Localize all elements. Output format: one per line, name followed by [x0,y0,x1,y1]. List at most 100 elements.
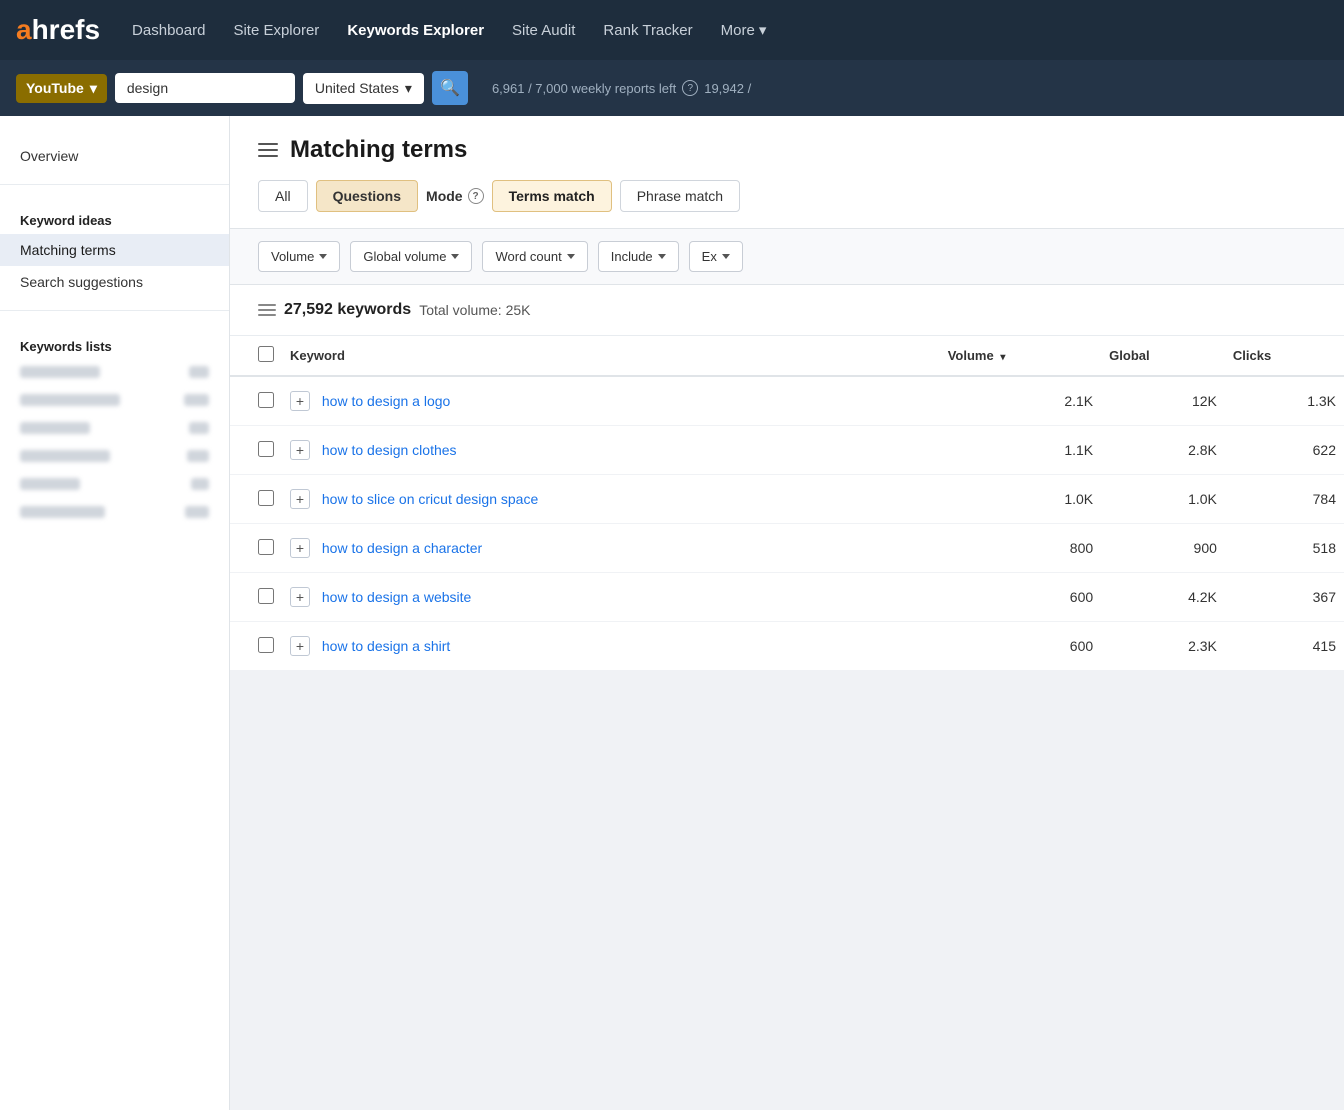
nav-rank-tracker[interactable]: Rank Tracker [591,14,704,47]
hamburger-icon[interactable] [258,143,278,157]
tab-phrase-match[interactable]: Phrase match [620,180,740,212]
keyword-link[interactable]: how to design a shirt [322,638,450,654]
table-row: + how to design a logo 2.1K 12K 1.3K [230,376,1344,426]
checkbox-col-header [230,336,282,376]
volume-cell: 1.1K [940,426,1101,475]
row-checkbox-cell [230,475,282,524]
keyword-cell: + how to slice on cricut design space [282,475,940,524]
nav-dashboard[interactable]: Dashboard [120,14,217,47]
search-button[interactable]: 🔍 [432,71,468,105]
drag-line-3 [258,314,276,316]
row-checkbox[interactable] [258,539,274,555]
app-layout: Overview Keyword ideas Matching terms Se… [0,116,1344,1110]
table-row: + how to design a website 600 4.2K 367 [230,573,1344,622]
global-volume-label: Global volume [363,249,446,264]
global-cell: 900 [1101,524,1225,573]
row-checkbox[interactable] [258,637,274,653]
search-input[interactable] [115,73,295,103]
word-count-chevron-icon [567,254,575,259]
global-cell: 2.8K [1101,426,1225,475]
list-item [16,388,213,412]
drag-icon[interactable] [258,304,276,316]
table-row: + how to slice on cricut design space 1.… [230,475,1344,524]
page-title-row: Matching terms [258,136,1316,164]
logo-hrefs: hrefs [32,16,100,44]
list-item [16,500,213,524]
include-label: Include [611,249,653,264]
include-filter[interactable]: Include [598,241,679,272]
mode-help-icon[interactable]: ? [468,188,484,204]
global-cell: 4.2K [1101,573,1225,622]
overview-label: Overview [20,148,78,164]
reports-info: 6,961 / 7,000 weekly reports left ? 19,9… [492,80,751,96]
volume-cell: 600 [940,573,1101,622]
country-label: United States [315,80,399,96]
tab-terms-match[interactable]: Terms match [492,180,612,212]
exclude-label: Ex [702,249,717,264]
volume-col-header[interactable]: Volume ▾ [940,336,1101,376]
row-checkbox[interactable] [258,588,274,604]
drag-line-1 [258,304,276,306]
keyword-cell: + how to design a shirt [282,622,940,671]
keyword-link[interactable]: how to slice on cricut design space [322,491,538,507]
table-body: + how to design a logo 2.1K 12K 1.3K + h… [230,376,1344,671]
main-content: Matching terms All Questions Mode ? Term… [230,116,1344,1110]
volume-filter[interactable]: Volume [258,241,340,272]
clicks-cell: 1.3K [1225,376,1344,426]
hamburger-line-2 [258,149,278,151]
row-checkbox[interactable] [258,490,274,506]
sidebar-item-matching-terms[interactable]: Matching terms [0,234,229,266]
exclude-filter[interactable]: Ex [689,241,743,272]
keyword-link[interactable]: how to design clothes [322,442,457,458]
nav-more[interactable]: More ▾ [709,13,779,47]
tab-all[interactable]: All [258,180,308,212]
platform-selector[interactable]: YouTube ▾ [16,74,107,103]
country-chevron-icon: ▾ [405,80,412,97]
keyword-cell: + how to design a logo [282,376,940,426]
sidebar-item-search-suggestions[interactable]: Search suggestions [0,266,229,298]
global-volume-filter[interactable]: Global volume [350,241,472,272]
row-checkbox[interactable] [258,441,274,457]
top-nav: ahrefs Dashboard Site Explorer Keywords … [0,0,1344,60]
filter-tabs-row: All Questions Mode ? Terms match Phrase … [258,180,1316,228]
clicks-col-header: Clicks [1225,336,1344,376]
matching-terms-label: Matching terms [20,242,116,258]
sidebar-item-overview[interactable]: Overview [0,140,229,172]
nav-keywords-explorer[interactable]: Keywords Explorer [335,14,496,47]
row-checkbox-cell [230,426,282,475]
country-selector[interactable]: United States ▾ [303,73,424,104]
keyword-link[interactable]: how to design a character [322,540,482,556]
main-header: Matching terms All Questions Mode ? Term… [230,116,1344,229]
word-count-filter[interactable]: Word count [482,241,587,272]
volume-cell: 2.1K [940,376,1101,426]
add-keyword-button[interactable]: + [290,587,310,607]
nav-site-explorer[interactable]: Site Explorer [221,14,331,47]
clicks-cell: 518 [1225,524,1344,573]
add-keyword-button[interactable]: + [290,440,310,460]
mode-text: Mode [426,188,463,204]
tab-questions[interactable]: Questions [316,180,418,212]
clicks-cell: 415 [1225,622,1344,671]
add-keyword-button[interactable]: + [290,636,310,656]
keyword-link[interactable]: how to design a website [322,589,471,605]
summary-keywords: 27,592 keywords [284,301,411,319]
add-keyword-button[interactable]: + [290,538,310,558]
keyword-link[interactable]: how to design a logo [322,393,450,409]
table-header-row: Keyword Volume ▾ Global Clicks [230,336,1344,376]
table-row: + how to design a character 800 900 518 [230,524,1344,573]
header-checkbox[interactable] [258,346,274,362]
mode-label: Mode ? [426,188,484,204]
nav-site-audit[interactable]: Site Audit [500,14,587,47]
filter-bar: Volume Global volume Word count Include … [230,229,1344,285]
search-icon: 🔍 [440,78,460,98]
add-keyword-button[interactable]: + [290,489,310,509]
global-cell: 1.0K [1101,475,1225,524]
hamburger-line-1 [258,143,278,145]
volume-cell: 800 [940,524,1101,573]
add-keyword-button[interactable]: + [290,391,310,411]
reports-help-icon[interactable]: ? [682,80,698,96]
row-checkbox[interactable] [258,392,274,408]
hamburger-line-3 [258,155,278,157]
global-volume-chevron-icon [451,254,459,259]
row-checkbox-cell [230,573,282,622]
